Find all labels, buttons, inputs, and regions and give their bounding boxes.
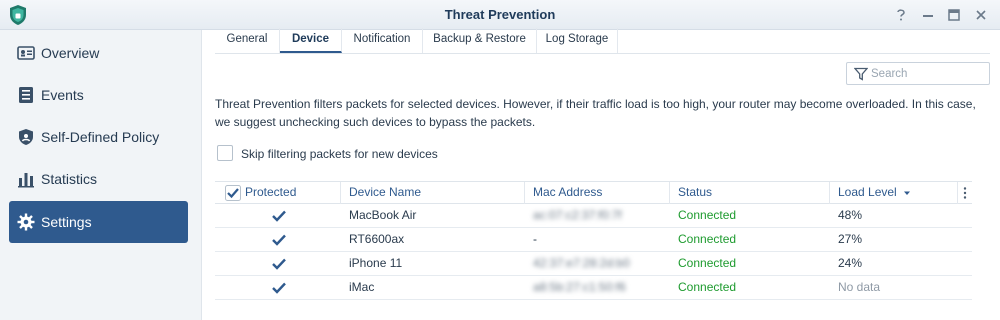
maximize-icon[interactable]: [945, 6, 963, 24]
tab-backup-restore[interactable]: Backup & Restore: [423, 28, 537, 53]
row-protected-checkbox[interactable]: [271, 256, 287, 272]
table-row[interactable]: iPhone 11 42:37:e7:28:2d:b0 Connected 24…: [215, 252, 972, 276]
cell-status: Connected: [678, 280, 737, 294]
tab-bar: General Device Notification Backup & Res…: [215, 28, 990, 54]
cell-mac-address: 42:37:e7:28:2d:b0: [533, 256, 630, 270]
sidebar-item-label: Settings: [41, 214, 92, 230]
table-row[interactable]: RT6600ax - Connected 27%: [215, 228, 972, 252]
sidebar-item-self-defined-policy[interactable]: Self-Defined Policy: [9, 116, 188, 158]
sidebar-item-overview[interactable]: Overview: [9, 32, 188, 74]
title-bar: Threat Prevention: [0, 0, 1000, 30]
select-all-checkbox[interactable]: [225, 185, 241, 201]
cell-status: Connected: [678, 232, 737, 246]
cell-device-name: iMac: [349, 280, 375, 294]
overview-icon: [17, 46, 35, 60]
tab-general[interactable]: General: [215, 28, 280, 53]
events-icon: [19, 87, 33, 103]
filter-icon[interactable]: [854, 67, 868, 81]
tab-notification[interactable]: Notification: [342, 28, 423, 53]
cell-device-name: MacBook Air: [349, 208, 417, 222]
header-device-name[interactable]: Device Name: [340, 182, 524, 204]
minimize-icon[interactable]: [919, 6, 937, 24]
description-text: Threat Prevention filters packets for se…: [215, 97, 976, 129]
table-row[interactable]: iMac a8:5b:27:c1:50:f6 Connected No data: [215, 276, 972, 300]
skip-filtering-checkbox[interactable]: [217, 145, 233, 161]
header-protected[interactable]: Protected: [215, 182, 340, 204]
header-mac-address[interactable]: Mac Address: [524, 182, 669, 204]
statistics-icon: [18, 173, 34, 188]
cell-device-name: iPhone 11: [349, 256, 403, 270]
search-input[interactable]: [871, 66, 983, 82]
sort-desc-icon: [904, 191, 911, 195]
tab-log-storage[interactable]: Log Storage: [537, 28, 618, 53]
table-header: Protected Device Name Mac Address Status…: [215, 181, 972, 204]
cell-mac-address: a8:5b:27:c1:50:f6: [533, 280, 626, 294]
header-load-level-label: Load Level: [838, 185, 897, 199]
sidebar-item-events[interactable]: Events: [9, 74, 188, 116]
table-row[interactable]: MacBook Air ac:07:c2:37:f0:7f Connected …: [215, 204, 972, 228]
window-title: Threat Prevention: [444, 7, 556, 22]
tab-device[interactable]: Device: [280, 28, 342, 53]
sidebar-item-label: Statistics: [41, 171, 98, 187]
sidebar-item-label: Self-Defined Policy: [41, 129, 160, 145]
cell-mac-address: ac:07:c2:37:f0:7f: [533, 208, 622, 222]
row-protected-checkbox[interactable]: [271, 208, 287, 224]
cell-load-level: No data: [838, 280, 881, 294]
cell-mac-address: -: [533, 232, 537, 246]
sidebar-item-settings[interactable]: Settings: [9, 201, 188, 243]
header-load-level[interactable]: Load Level: [829, 182, 957, 204]
header-protected-label: Protected: [245, 185, 297, 199]
cell-load-level: 48%: [838, 208, 863, 222]
search-box[interactable]: [846, 62, 990, 85]
cell-load-level: 27%: [838, 232, 863, 246]
cell-load-level: 24%: [838, 256, 863, 270]
cell-status: Connected: [678, 208, 737, 222]
help-icon[interactable]: [892, 6, 910, 24]
gear-icon: [17, 213, 35, 231]
cell-status: Connected: [678, 256, 737, 270]
cell-device-name: RT6600ax: [349, 232, 405, 246]
header-status[interactable]: Status: [669, 182, 829, 204]
sidebar-item-label: Events: [41, 87, 84, 103]
close-icon[interactable]: [972, 6, 990, 24]
shield-icon: [19, 129, 33, 145]
column-menu-icon[interactable]: [957, 182, 972, 204]
sidebar-item-statistics[interactable]: Statistics: [9, 158, 188, 200]
row-protected-checkbox[interactable]: [271, 280, 287, 296]
row-protected-checkbox[interactable]: [271, 232, 287, 248]
skip-filtering-label: Skip filtering packets for new devices: [241, 147, 438, 161]
sidebar: Overview Events Self-Defined Policy Stat…: [0, 30, 202, 320]
sidebar-item-label: Overview: [41, 45, 100, 61]
